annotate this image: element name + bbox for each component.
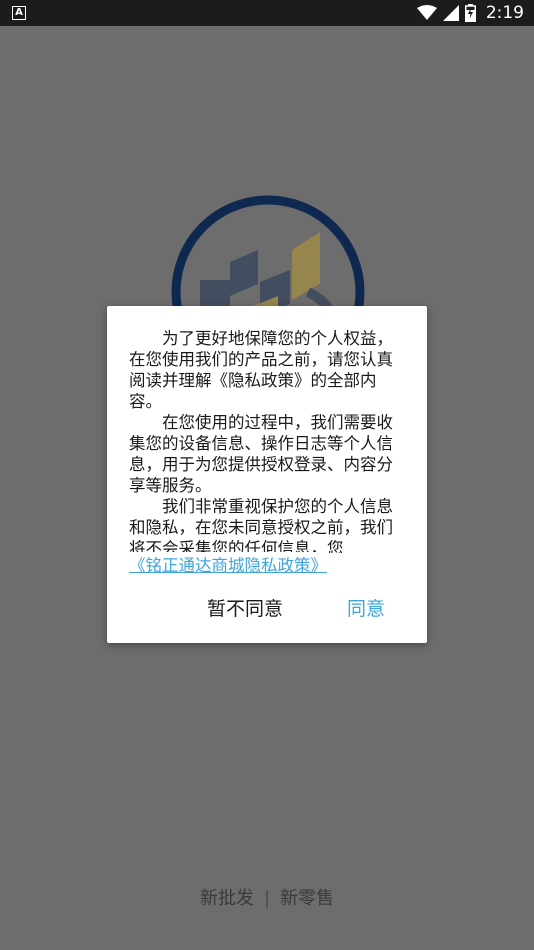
battery-charging-icon	[464, 4, 476, 22]
tagline-separator: |	[263, 888, 271, 909]
tagline: 新批发 | 新零售	[0, 884, 534, 910]
privacy-paragraph: 为了更好地保障您的个人权益，在您使用我们的产品之前，请您认真阅读并理解《隐私政策…	[129, 329, 393, 411]
tagline-right: 新零售	[280, 888, 335, 909]
privacy-paragraph: 在您使用的过程中，我们需要收集您的设备信息、操作日志等个人信息，用于为您提供授权…	[129, 413, 393, 495]
notification-icon: A	[12, 6, 26, 20]
status-bar: A 2:19	[0, 0, 534, 26]
clock: 2:19	[485, 3, 524, 23]
agree-button[interactable]: 同意	[341, 590, 391, 625]
privacy-policy-link[interactable]: 《铭正通达商城隐私政策》	[129, 552, 329, 576]
status-bar-right: 2:19	[416, 0, 524, 26]
privacy-dialog: 为了更好地保障您的个人权益，在您使用我们的产品之前，请您认真阅读并理解《隐私政策…	[107, 306, 427, 643]
tagline-left: 新批发	[199, 888, 254, 909]
cellular-signal-icon	[442, 5, 459, 21]
privacy-text-scroll[interactable]: 为了更好地保障您的个人权益，在您使用我们的产品之前，请您认真阅读并理解《隐私政策…	[129, 328, 401, 553]
disagree-button[interactable]: 暂不同意	[201, 590, 289, 625]
wifi-icon	[416, 5, 437, 20]
privacy-paragraph: 我们非常重视保护您的个人信息和隐私，在您未同意授权之前，我们将不会采集您的任何信…	[129, 497, 393, 553]
